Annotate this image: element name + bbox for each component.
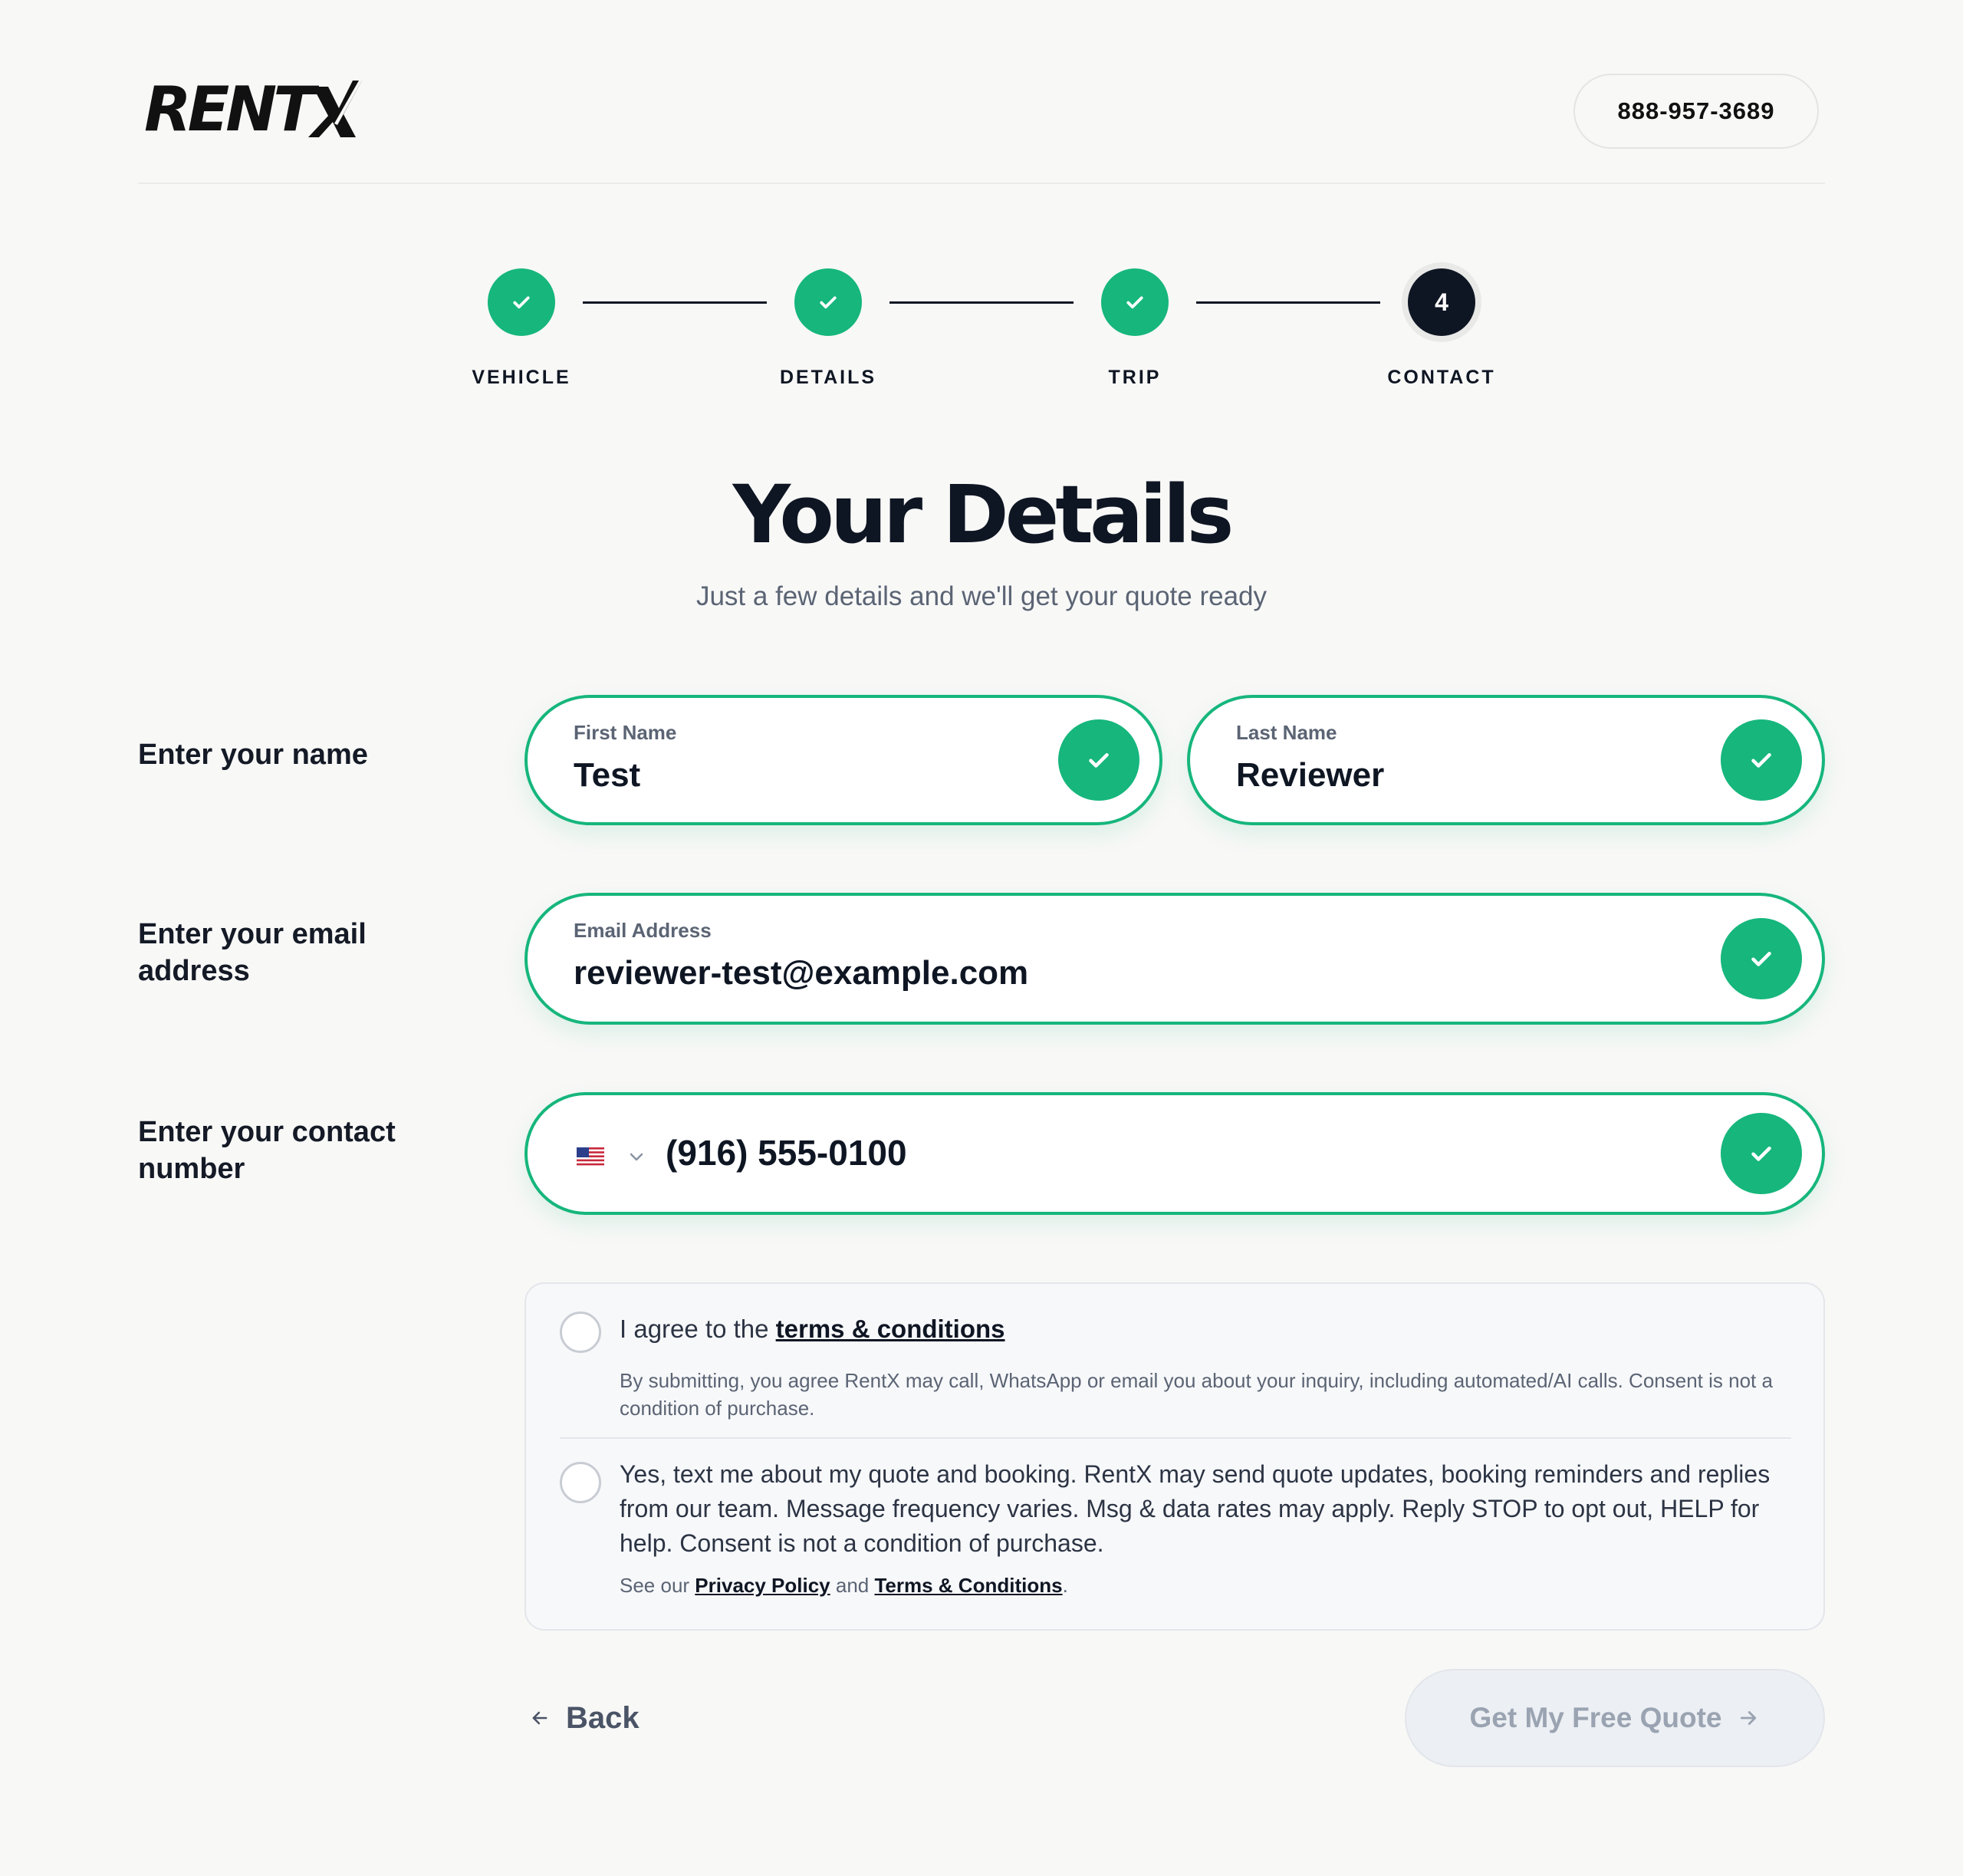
terms-text: I agree to the terms & conditions [620,1315,1005,1344]
step-label: CONTACT [1387,367,1496,388]
get-quote-button[interactable]: Get My Free Quote [1405,1669,1825,1767]
check-icon [1101,268,1169,336]
check-icon [1721,918,1802,999]
chevron-down-icon[interactable] [627,1147,646,1166]
check-icon [1058,719,1139,801]
last-name-field[interactable]: Last Name Reviewer [1187,695,1825,825]
header: RENT 888-957-3689 [138,0,1825,184]
last-name-label: Last Name [1236,721,1337,744]
name-row-label: Enter your name [138,739,368,771]
first-name-value: Test [574,756,641,794]
terms-prefix: I agree to the [620,1315,776,1343]
step-details[interactable]: DETAILS [751,268,905,389]
us-flag-icon[interactable] [577,1147,604,1166]
and-text: and [830,1574,875,1597]
see-suffix: . [1062,1574,1068,1597]
arrow-right-icon [1741,1711,1757,1725]
email-row-label: Enter your email address [138,918,367,987]
email-value: reviewer-test@example.com [574,954,1029,992]
step-number: 4 [1408,268,1475,336]
first-name-label: First Name [574,721,677,744]
check-icon [1721,719,1802,801]
back-label: Back [566,1700,640,1735]
rentx-logo[interactable]: RENT [144,77,362,143]
logo-wordmark: RENT [144,74,315,145]
progress-stepper: VEHICLE DETAILS TRIP 4 CONTACT [138,268,1825,391]
step-connector [1196,301,1380,304]
email-label: Email Address [574,919,712,942]
sms-radio[interactable] [560,1462,601,1503]
phone-row-label: Enter your contact number [138,1116,396,1185]
step-label: DETAILS [779,367,877,388]
get-quote-label: Get My Free Quote [1469,1702,1722,1733]
consent-box: I agree to the terms & conditions By sub… [524,1282,1825,1631]
terms-note: By submitting, you agree RentX may call,… [620,1369,1773,1420]
check-icon [794,268,862,336]
check-icon [488,268,555,336]
step-connector [889,301,1074,304]
phone-field[interactable]: (916) 555-0100 [524,1092,1825,1215]
step-trip[interactable]: TRIP [1058,268,1212,389]
divider [560,1437,1791,1439]
back-button[interactable]: Back [529,1695,640,1741]
see-prefix: See our [620,1574,695,1597]
arrow-left-icon [532,1711,547,1725]
logo-x-mark [307,81,362,137]
policy-links: See our Privacy Policy and Terms & Condi… [620,1574,1068,1598]
privacy-policy-link[interactable]: Privacy Policy [695,1574,830,1597]
email-field[interactable]: Email Address reviewer-test@example.com [524,893,1825,1025]
check-icon [1721,1113,1802,1194]
page-title: Your Details [732,468,1235,561]
terms-link[interactable]: terms & conditions [776,1315,1005,1343]
page-subtitle: Just a few details and we'll get your qu… [695,581,1268,611]
last-name-value: Reviewer [1236,756,1385,794]
sms-consent-text: Yes, text me about my quote and booking.… [620,1460,1771,1557]
page: RENT 888-957-3689 VEHICLE DETAILS TRIP 4… [138,0,1825,1876]
terms-radio[interactable] [560,1312,601,1353]
step-label: VEHICLE [472,367,571,388]
step-vehicle[interactable]: VEHICLE [445,268,598,389]
phone-value: (916) 555-0100 [666,1133,907,1173]
step-contact: 4 CONTACT [1365,268,1518,389]
step-connector [583,301,767,304]
phone-button[interactable]: 888-957-3689 [1573,74,1819,149]
terms-conditions-link[interactable]: Terms & Conditions [874,1574,1062,1597]
step-label: TRIP [1108,367,1162,388]
first-name-field[interactable]: First Name Test [524,695,1162,825]
